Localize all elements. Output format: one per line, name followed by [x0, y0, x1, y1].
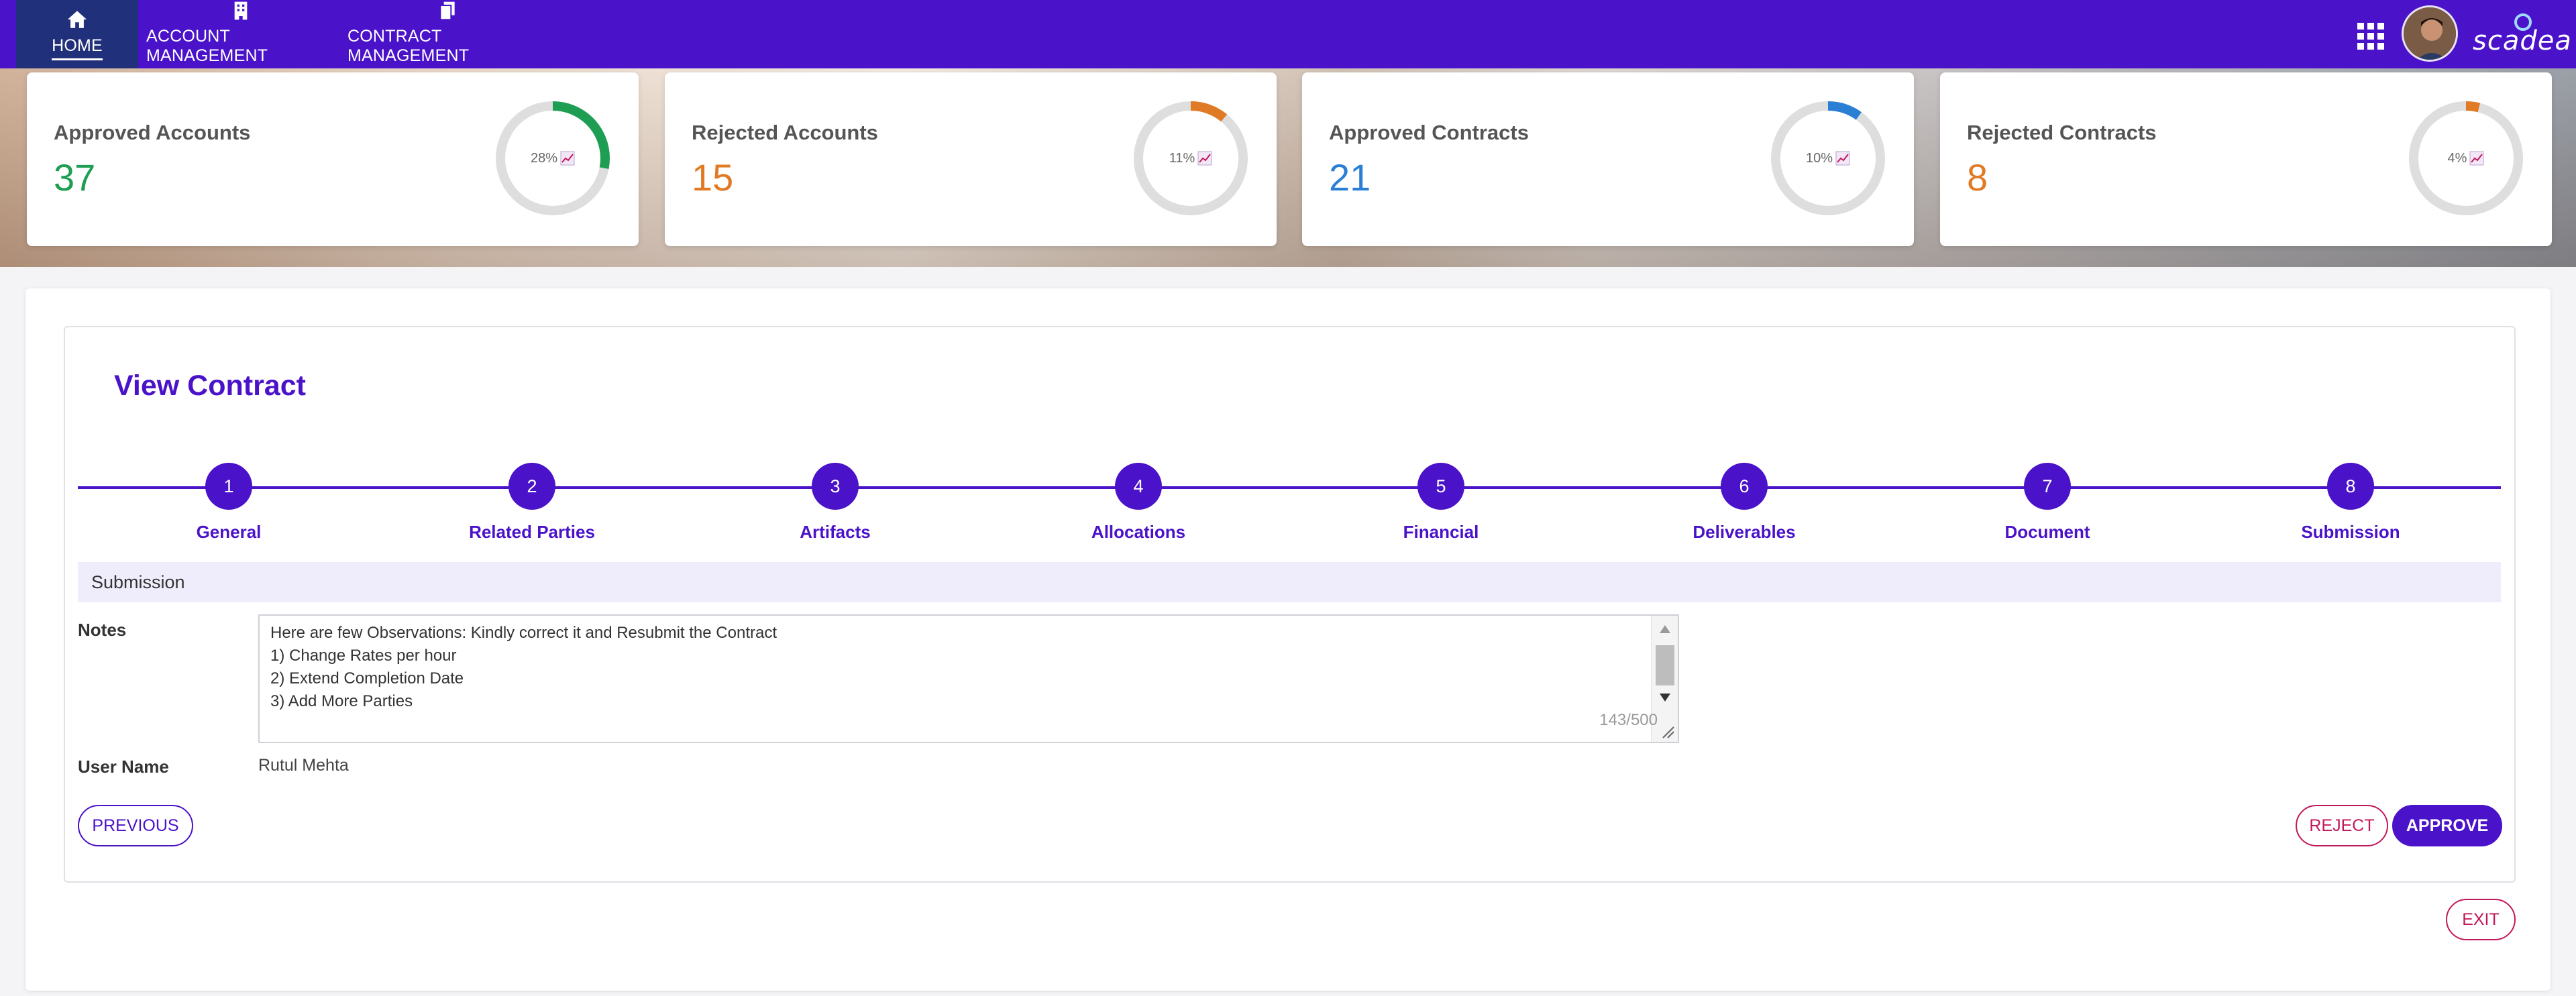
step-label: Financial [1403, 522, 1479, 542]
step-label: Allocations [1091, 522, 1186, 542]
notes-line: 3) Add More Parties [270, 692, 413, 710]
donut-percent-text: 4% [2447, 150, 2467, 166]
reject-button[interactable]: REJECT [2296, 805, 2388, 846]
section-header-submission: Submission [78, 562, 2501, 602]
trend-chart-icon [1197, 151, 1212, 166]
user-name-value: Rutul Mehta [258, 756, 349, 775]
step-deliverables[interactable]: 6 Deliverables [1644, 463, 1845, 543]
stat-card-rejected-accounts: Rejected Accounts 15 11% [665, 72, 1277, 246]
donut-percent-label: 28% [494, 99, 612, 217]
step-general[interactable]: 1 General [128, 463, 329, 543]
step-label: Deliverables [1693, 522, 1796, 542]
step-financial[interactable]: 5 Financial [1340, 463, 1542, 543]
nav-home[interactable]: HOME [16, 0, 138, 68]
step-label: Document [2004, 522, 2090, 542]
donut-chart: 4% [2407, 99, 2525, 217]
page-title: View Contract [114, 370, 306, 402]
step-label: Related Parties [469, 522, 595, 542]
resize-handle-icon[interactable] [1660, 724, 1675, 739]
step-related-parties[interactable]: 2 Related Parties [431, 463, 633, 543]
brand-name: scadea [2473, 25, 2572, 56]
notes-line: Here are few Observations: Kindly correc… [270, 624, 777, 642]
trend-chart-icon [2469, 151, 2484, 166]
notes-label: Notes [78, 620, 127, 640]
nav-contract-management[interactable]: CONTRACT MANAGEMENT [347, 0, 547, 68]
top-nav-bar: HOME ACCOUNT MANAGEMENT CONTRACT MANAGEM… [0, 0, 2576, 68]
stat-title: Rejected Accounts [692, 121, 878, 144]
stat-value: 8 [1967, 156, 1988, 199]
scroll-up-arrow-icon[interactable] [1660, 625, 1670, 633]
stat-title: Approved Accounts [54, 121, 251, 144]
step-allocations[interactable]: 4 Allocations [1038, 463, 1239, 543]
donut-chart: 10% [1769, 99, 1887, 217]
stat-title: Rejected Contracts [1967, 121, 2157, 144]
trend-chart-icon [1835, 151, 1850, 166]
approve-button[interactable]: APPROVE [2392, 805, 2502, 846]
donut-chart: 28% [494, 99, 612, 217]
trend-chart-icon [560, 151, 575, 166]
scadea-logo: scadea [2473, 13, 2571, 56]
step-number: 7 [2024, 463, 2071, 510]
notes-line: 1) Change Rates per hour [270, 647, 457, 665]
building-icon [234, 1, 248, 20]
step-number: 1 [205, 463, 252, 510]
nav-contract-management-label: CONTRACT MANAGEMENT [347, 27, 470, 65]
avatar[interactable] [2402, 5, 2458, 62]
donut-percent-text: 11% [1169, 150, 1195, 166]
documents-icon [439, 1, 455, 21]
stat-card-approved-accounts: Approved Accounts 37 28% [27, 72, 639, 246]
stat-value: 15 [692, 156, 734, 199]
home-icon [67, 11, 87, 28]
donut-percent-text: 10% [1805, 150, 1833, 166]
stat-value: 21 [1329, 156, 1371, 199]
stat-card-rejected-contracts: Rejected Contracts 8 4% [1940, 72, 2552, 246]
step-number: 4 [1115, 463, 1162, 510]
step-number: 5 [1417, 463, 1464, 510]
previous-button[interactable]: PREVIOUS [78, 805, 193, 846]
step-number: 2 [508, 463, 555, 510]
step-number: 6 [1721, 463, 1768, 510]
stat-card-approved-contracts: Approved Contracts 21 10% [1302, 72, 1914, 246]
notes-textarea[interactable]: Here are few Observations: Kindly correc… [258, 614, 1679, 743]
step-document[interactable]: 7 Document [1947, 463, 2148, 543]
step-label: General [196, 522, 262, 542]
nav-account-management[interactable]: ACCOUNT MANAGEMENT [146, 0, 335, 68]
scroll-down-arrow-icon[interactable] [1660, 694, 1670, 702]
step-label: Submission [2301, 522, 2400, 542]
donut-percent-label: 4% [2407, 99, 2525, 217]
donut-percent-text: 28% [530, 150, 558, 166]
scroll-thumb[interactable] [1656, 645, 1674, 685]
stat-title: Approved Contracts [1329, 121, 1529, 144]
donut-percent-label: 10% [1769, 99, 1887, 217]
step-label: Artifacts [800, 522, 871, 542]
nav-account-management-label: ACCOUNT MANAGEMENT [146, 27, 268, 65]
char-counter: 143/500 [1599, 711, 1658, 729]
user-name-label: User Name [78, 757, 169, 777]
exit-button[interactable]: EXIT [2446, 899, 2516, 940]
donut-chart: 11% [1132, 99, 1250, 217]
step-number: 3 [812, 463, 859, 510]
grid-icon[interactable] [2357, 23, 2384, 50]
step-number: 8 [2327, 463, 2374, 510]
nav-home-label: HOME [52, 36, 103, 60]
notes-line: 2) Extend Completion Date [270, 669, 464, 687]
stat-value: 37 [54, 156, 96, 199]
donut-percent-label: 11% [1132, 99, 1250, 217]
view-contract-card [64, 326, 2516, 883]
step-submission[interactable]: 8 Submission [2250, 463, 2451, 543]
step-artifacts[interactable]: 3 Artifacts [735, 463, 936, 543]
